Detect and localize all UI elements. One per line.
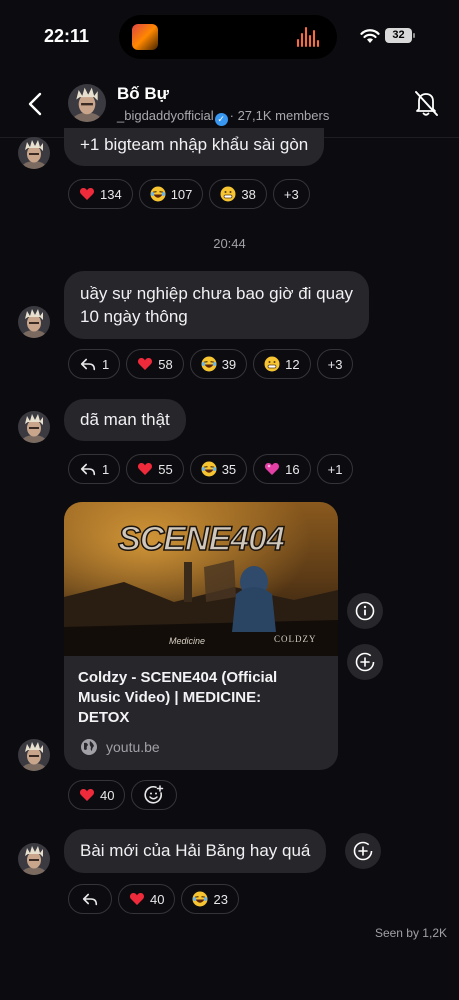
link-domain: youtu.be bbox=[106, 739, 160, 755]
add-reaction-button[interactable] bbox=[347, 644, 383, 680]
add-reaction-icon bbox=[355, 652, 375, 672]
status-time: 22:11 bbox=[44, 26, 90, 46]
link-title[interactable]: Coldzy - SCENE404 (Official Music Video)… bbox=[78, 668, 324, 728]
pink-heart-reaction[interactable]: 16 bbox=[253, 454, 311, 484]
grimace-reaction[interactable]: 38 bbox=[209, 179, 267, 209]
heart-emoji-icon bbox=[79, 787, 95, 803]
pink-heart-emoji-icon bbox=[264, 461, 280, 477]
heart-emoji-icon bbox=[137, 356, 153, 372]
channel-handle: _bigdaddyofficial bbox=[117, 108, 214, 123]
add-emoji-button[interactable] bbox=[131, 780, 178, 810]
info-icon bbox=[355, 601, 375, 621]
add-reaction-icon bbox=[353, 841, 373, 861]
reply-count-button[interactable]: 1 bbox=[68, 349, 121, 379]
link-preview-card[interactable]: SCENE404 Medicine COLDZY Coldzy - SCENE4… bbox=[64, 502, 338, 770]
channel-title[interactable]: Bố Bự bbox=[117, 84, 169, 104]
more-reactions-button[interactable]: +1 bbox=[316, 454, 354, 484]
reaction-bar: 1 58 39 12 +3 bbox=[68, 349, 354, 379]
grimace-emoji-icon bbox=[264, 356, 280, 372]
channel-avatar[interactable] bbox=[68, 84, 106, 122]
message-bubble[interactable]: +1 bigteam nhập khẩu sài gòn bbox=[64, 128, 325, 166]
info-button[interactable] bbox=[347, 593, 383, 629]
message-text-line: 10 ngày thông bbox=[80, 307, 188, 326]
back-button[interactable] bbox=[24, 90, 48, 118]
sender-avatar[interactable] bbox=[18, 739, 50, 771]
add-emoji-icon bbox=[144, 785, 164, 804]
heart-emoji-icon bbox=[137, 461, 153, 477]
channel-subtitle[interactable]: _bigdaddyofficial ✓ · 27,1K members bbox=[117, 108, 329, 126]
add-reaction-button[interactable] bbox=[345, 833, 381, 869]
reaction-bar: 40 23 bbox=[68, 884, 239, 914]
laughing-emoji-icon bbox=[201, 356, 217, 372]
message-bubble[interactable]: uầy sự nghiệp chưa bao giờ đi quay 10 ng… bbox=[64, 271, 370, 339]
member-count: · 27,1K members bbox=[229, 108, 330, 123]
heart-reaction[interactable]: 55 bbox=[126, 454, 184, 484]
reaction-bar: 134 107 38 +3 bbox=[68, 179, 310, 209]
sender-avatar[interactable] bbox=[18, 306, 50, 338]
heart-emoji-icon bbox=[79, 186, 95, 202]
video-thumbnail[interactable]: SCENE404 Medicine COLDZY bbox=[64, 502, 338, 656]
verified-badge-icon: ✓ bbox=[214, 113, 228, 126]
message-text-line: uầy sự nghiệp chưa bao giờ đi quay bbox=[80, 284, 354, 303]
message-bubble[interactable]: Bài mới của Hải Băng hay quá bbox=[64, 829, 327, 873]
more-reactions-button[interactable]: +3 bbox=[272, 179, 310, 209]
dynamic-island bbox=[119, 15, 337, 59]
status-bar: 22:11 32 bbox=[0, 0, 459, 70]
thumbnail-brand: COLDZY bbox=[274, 634, 317, 644]
heart-emoji-icon bbox=[129, 891, 145, 907]
heart-reaction[interactable]: 134 bbox=[68, 179, 133, 209]
laughing-emoji-icon bbox=[150, 186, 166, 202]
reaction-bar: 40 bbox=[68, 780, 178, 810]
heart-reaction[interactable]: 40 bbox=[118, 884, 176, 914]
reaction-bar: 1 55 35 16 +1 bbox=[68, 454, 354, 484]
recording-app-icon bbox=[132, 24, 158, 50]
laugh-reaction[interactable]: 23 bbox=[181, 884, 239, 914]
sender-avatar[interactable] bbox=[18, 137, 50, 169]
sender-avatar[interactable] bbox=[18, 411, 50, 443]
reply-icon bbox=[79, 460, 97, 478]
battery-tip bbox=[413, 33, 415, 38]
laughing-emoji-icon bbox=[192, 891, 208, 907]
reply-count-button[interactable]: 1 bbox=[68, 454, 121, 484]
message-bubble[interactable]: dã man thật bbox=[64, 399, 186, 441]
battery-indicator: 32 bbox=[385, 28, 412, 43]
more-reactions-button[interactable]: +3 bbox=[316, 349, 354, 379]
globe-icon bbox=[81, 739, 97, 755]
wifi-icon bbox=[360, 29, 380, 43]
thumbnail-title: SCENE404 bbox=[118, 520, 285, 558]
laugh-reaction[interactable]: 107 bbox=[138, 179, 204, 209]
reply-icon bbox=[81, 890, 99, 908]
reply-icon bbox=[79, 355, 97, 373]
audio-wave-icon bbox=[297, 27, 323, 47]
grimace-reaction[interactable]: 12 bbox=[253, 349, 311, 379]
seen-by-count[interactable]: Seen by 1,2K bbox=[375, 926, 447, 940]
sender-avatar[interactable] bbox=[18, 843, 50, 875]
time-separator: 20:44 bbox=[213, 236, 246, 251]
laugh-reaction[interactable]: 39 bbox=[189, 349, 248, 379]
reply-button[interactable] bbox=[68, 884, 112, 914]
notifications-off-icon[interactable] bbox=[410, 87, 442, 119]
heart-reaction[interactable]: 40 bbox=[68, 780, 126, 810]
grimace-emoji-icon bbox=[220, 186, 236, 202]
heart-reaction[interactable]: 58 bbox=[126, 349, 184, 379]
thumbnail-signature: Medicine bbox=[169, 636, 205, 646]
laugh-reaction[interactable]: 35 bbox=[189, 454, 248, 484]
laughing-emoji-icon bbox=[201, 461, 217, 477]
